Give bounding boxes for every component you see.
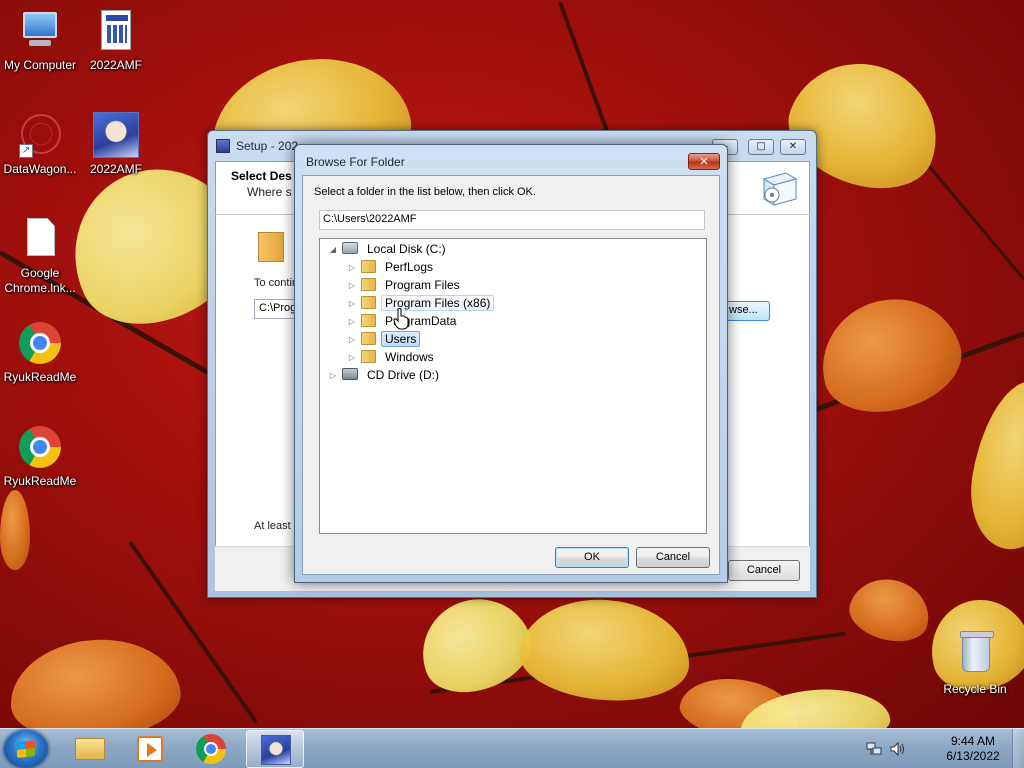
desktop-icon-label: RyukReadMe bbox=[3, 474, 77, 488]
computer-icon bbox=[17, 8, 63, 54]
taskbar-item-chrome[interactable] bbox=[182, 730, 240, 768]
start-button[interactable] bbox=[4, 730, 48, 768]
expand-icon[interactable]: ▷ bbox=[347, 295, 357, 312]
taskbar-item-explorer[interactable] bbox=[60, 730, 118, 768]
desktop-icon-my-computer[interactable]: My Computer bbox=[0, 8, 80, 73]
browse-for-folder-dialog: Browse For Folder ✕ Select a folder in t… bbox=[294, 144, 728, 583]
tree-node-windows[interactable]: ▷ Windows bbox=[347, 349, 438, 366]
maximize-button[interactable]: □ bbox=[748, 139, 774, 155]
setup-page-title: Select Des bbox=[231, 169, 292, 183]
desktop-icon-label: My Computer bbox=[3, 58, 77, 72]
collapse-icon[interactable]: ◢ bbox=[328, 241, 338, 258]
chrome-icon bbox=[17, 424, 63, 470]
setup-cancel-button[interactable]: Cancel bbox=[728, 560, 800, 581]
close-button[interactable]: ✕ bbox=[780, 139, 806, 155]
setup-window-title: Setup - 202 bbox=[216, 139, 298, 153]
chrome-icon bbox=[196, 734, 226, 764]
tree-node-label: CD Drive (D:) bbox=[367, 368, 439, 382]
tree-node-local-disk[interactable]: ◢ Local Disk (C:) bbox=[328, 241, 450, 258]
desktop-icon-label: Recycle Bin bbox=[943, 682, 1007, 696]
folder-icon bbox=[361, 278, 376, 291]
desktop-icon-ryukreadme-2[interactable]: RyukReadMe bbox=[0, 424, 80, 489]
folder-icon bbox=[258, 232, 284, 262]
desktop-icon-recycle-bin[interactable]: Recycle Bin bbox=[935, 631, 1015, 697]
recycle-bin-icon bbox=[952, 631, 998, 678]
expand-icon[interactable]: ▷ bbox=[347, 331, 357, 348]
expand-icon[interactable]: ▷ bbox=[328, 367, 338, 384]
tree-node-perflogs[interactable]: ▷ PerfLogs bbox=[347, 259, 437, 276]
expand-icon[interactable]: ▷ bbox=[347, 349, 357, 366]
setup-page-subtitle: Where s bbox=[247, 185, 292, 199]
folder-icon bbox=[361, 314, 376, 327]
desktop-icon-label: 2022AMF bbox=[89, 58, 143, 72]
document-icon bbox=[93, 8, 139, 54]
desktop-icon-ryukreadme-1[interactable]: RyukReadMe bbox=[0, 320, 80, 385]
desktop-icon-label: DataWagon... bbox=[3, 162, 77, 176]
install-box-icon bbox=[762, 172, 798, 206]
tree-node-label: Program Files bbox=[385, 278, 460, 292]
volume-icon[interactable] bbox=[890, 741, 906, 757]
expand-icon[interactable]: ▷ bbox=[347, 313, 357, 330]
tree-node-cd-drive[interactable]: ▷ CD Drive (D:) bbox=[328, 367, 443, 384]
cd-drive-icon bbox=[342, 368, 358, 380]
network-icon[interactable] bbox=[866, 741, 882, 757]
taskbar-item-media-player[interactable] bbox=[120, 730, 178, 768]
folder-tree[interactable]: ◢ Local Disk (C:) ▷ PerfLogs ▷ Program File… bbox=[319, 238, 707, 534]
show-desktop-button[interactable] bbox=[1012, 729, 1024, 768]
clock-date: 6/13/2022 bbox=[946, 749, 1000, 763]
file-explorer-icon bbox=[75, 738, 105, 760]
ok-button[interactable]: OK bbox=[555, 547, 629, 568]
tree-node-label: Users bbox=[381, 331, 421, 347]
tree-node-program-files[interactable]: ▷ Program Files bbox=[347, 277, 464, 294]
clock-time: 9:44 AM bbox=[950, 734, 996, 748]
datawagon-icon: ↗ bbox=[17, 112, 63, 158]
dialog-title: Browse For Folder bbox=[306, 155, 405, 169]
dialog-instruction: Select a folder in the list below, then … bbox=[314, 186, 536, 198]
expand-icon[interactable]: ▷ bbox=[347, 259, 357, 276]
cancel-button[interactable]: Cancel bbox=[636, 547, 710, 568]
tree-node-users[interactable]: ▷ Users bbox=[347, 331, 421, 348]
desktop-icon-2022amf-app[interactable]: 2022AMF bbox=[76, 112, 156, 177]
chrome-icon bbox=[17, 320, 63, 366]
drive-icon bbox=[342, 242, 358, 254]
tree-node-label: PerfLogs bbox=[385, 260, 434, 274]
folder-icon bbox=[361, 260, 376, 273]
blank-file-icon bbox=[17, 216, 63, 262]
tree-node-label: Windows bbox=[385, 350, 434, 364]
desktop-icon-label: RyukReadMe bbox=[3, 370, 77, 384]
taskbar-item-2022amf-setup[interactable] bbox=[246, 730, 304, 768]
tree-node-program-files-x86[interactable]: ▷ Program Files (x86) bbox=[347, 295, 495, 312]
setup-continue-text: To contin bbox=[254, 277, 299, 289]
folder-path-field[interactable]: C:\Users\2022AMF bbox=[319, 210, 705, 230]
close-button[interactable]: ✕ bbox=[688, 153, 720, 170]
hand-cursor-icon bbox=[393, 308, 409, 330]
setup-app-icon bbox=[216, 139, 230, 153]
tree-node-label: Local Disk (C:) bbox=[367, 242, 446, 256]
system-clock[interactable]: 9:44 AM 6/13/2022 bbox=[940, 734, 1006, 764]
folder-icon bbox=[361, 332, 376, 345]
desktop-icon-2022amf-file[interactable]: 2022AMF bbox=[76, 8, 156, 73]
desktop-icon-label: Google Chrome.lnk... bbox=[4, 266, 76, 295]
desktop-icon-google-chrome-lnk[interactable]: Google Chrome.lnk... bbox=[0, 216, 80, 296]
2022amf-setup-icon bbox=[261, 735, 291, 765]
disk-space-text: At least bbox=[254, 520, 291, 532]
folder-icon bbox=[361, 296, 376, 309]
anime-character-icon bbox=[93, 112, 139, 158]
taskbar: 9:44 AM 6/13/2022 bbox=[0, 728, 1024, 768]
media-player-icon bbox=[137, 736, 163, 762]
desktop-icon-label: 2022AMF bbox=[89, 162, 143, 176]
desktop-icon-datawagon[interactable]: ↗ DataWagon... bbox=[0, 112, 80, 177]
dialog-content: Select a folder in the list below, then … bbox=[302, 175, 720, 575]
expand-icon[interactable]: ▷ bbox=[347, 277, 357, 294]
folder-icon bbox=[361, 350, 376, 363]
